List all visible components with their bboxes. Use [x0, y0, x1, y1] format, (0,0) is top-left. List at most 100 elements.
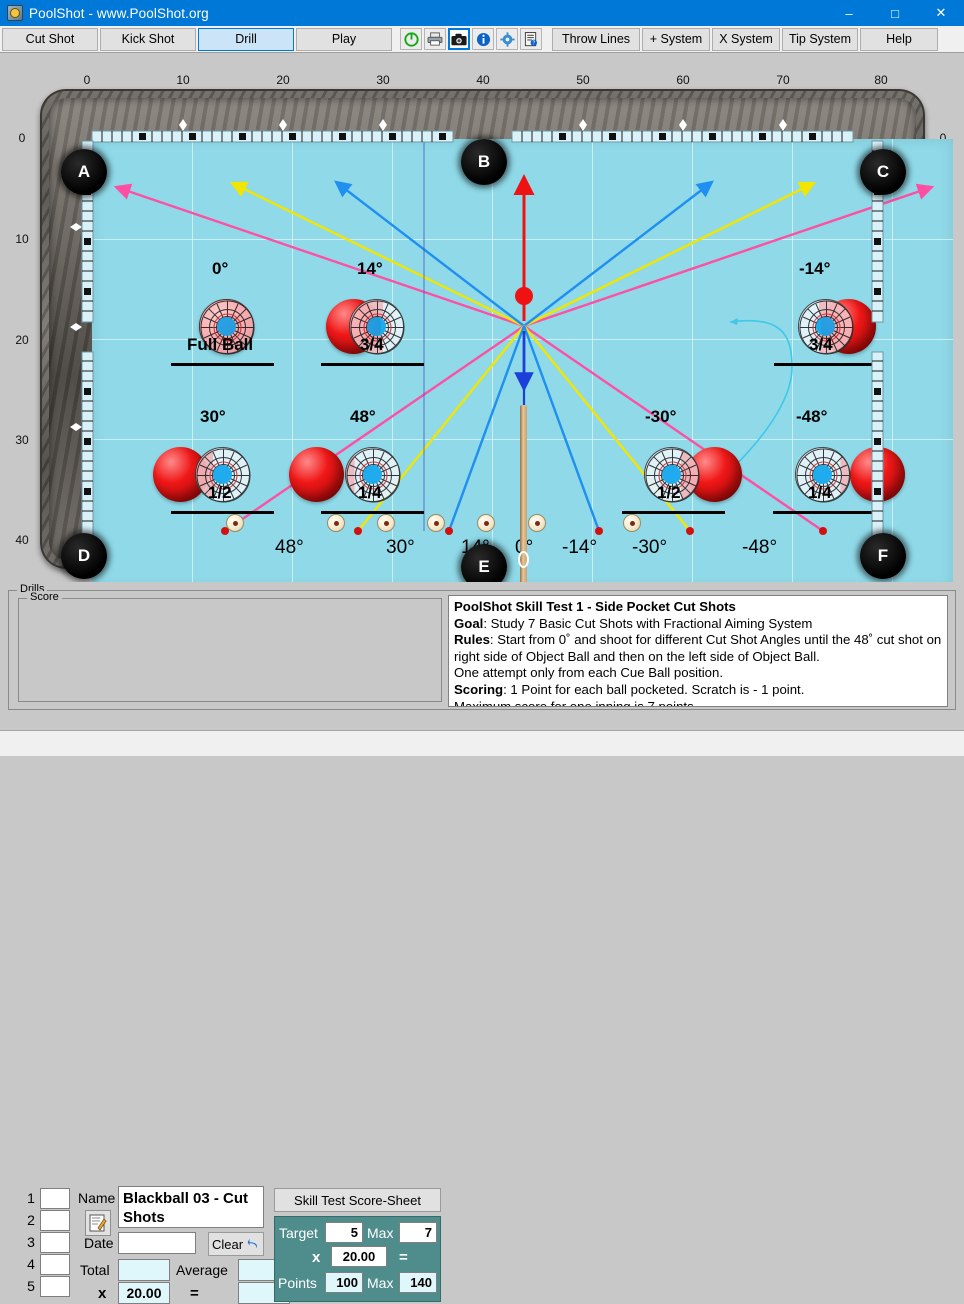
- table-cloth[interactable]: 0° Full Ball 14° 3/4 -14° 3/4 30° 1/2 48…: [92, 139, 953, 589]
- score-input-3[interactable]: [40, 1232, 70, 1253]
- pocket-C[interactable]: C: [860, 149, 906, 195]
- tab-play[interactable]: Play: [296, 27, 392, 51]
- cue-ball-position-7[interactable]: [623, 514, 641, 532]
- score-row-number-1: 1: [27, 1190, 35, 1206]
- window-controls: – □ ✕: [826, 0, 964, 26]
- power-icon[interactable]: [400, 28, 422, 50]
- multiplier-input[interactable]: 20.00: [118, 1282, 170, 1304]
- left-axis-label-30: 30: [15, 433, 29, 447]
- info-icon[interactable]: [472, 28, 494, 50]
- cue-ball-position-6[interactable]: [528, 514, 546, 532]
- fraction-label-neg48: 1/4: [808, 483, 832, 502]
- title-bar: PoolShot - www.PoolShot.org – □ ✕: [0, 0, 964, 26]
- teal-multiplier-value[interactable]: 20.00: [331, 1246, 387, 1267]
- object-ball-neg48deg[interactable]: [850, 447, 905, 502]
- camera-icon[interactable]: [448, 28, 470, 50]
- pocket-A[interactable]: A: [61, 149, 107, 195]
- score-row-number-3: 3: [27, 1234, 35, 1250]
- cue-ball-position-2[interactable]: [327, 514, 345, 532]
- svg-text:?: ?: [532, 40, 535, 46]
- score-input-5[interactable]: [40, 1276, 70, 1297]
- description-line-rules-2: right side of Object Ball and then on th…: [454, 648, 820, 664]
- close-button[interactable]: ✕: [918, 0, 964, 26]
- edit-note-icon[interactable]: [85, 1210, 111, 1236]
- cut-angle-label-neg14: -14°: [799, 259, 831, 278]
- cue-ball-position-4[interactable]: [427, 514, 445, 532]
- angle-annotation-48: 48°: [275, 537, 304, 558]
- pocket-D[interactable]: D: [61, 533, 107, 579]
- score-input-1[interactable]: [40, 1188, 70, 1209]
- pocket-B[interactable]: B: [461, 139, 507, 185]
- left-axis-label-10: 10: [15, 232, 29, 246]
- points-label: Points: [278, 1275, 317, 1291]
- score-row-number-5: 5: [27, 1278, 35, 1294]
- printer-icon[interactable]: [424, 28, 446, 50]
- description-line-scoring: Scoring: 1 Point for each ball pocketed.…: [454, 681, 805, 697]
- description-line-rules: Rules: Start from 0˚ and shoot for diffe…: [454, 632, 942, 648]
- fraction-label-neg14: 3/4: [809, 335, 833, 354]
- fraction-label-0: Full Ball: [187, 335, 254, 354]
- skill-test-result-panel: Target 5 Max 7 x 20.00 = Points 100 Max …: [274, 1216, 441, 1302]
- fraction-underline-30: [171, 511, 274, 514]
- undo-arrow-icon: [247, 1238, 257, 1249]
- teal-equals-symbol: =: [399, 1249, 408, 1266]
- cue-ball-position-3[interactable]: [377, 514, 395, 532]
- top-axis-label-30: 30: [376, 73, 390, 87]
- cut-angle-label-48: 48°: [350, 407, 376, 426]
- target-input[interactable]: 5: [325, 1222, 363, 1243]
- cut-angle-label-30: 30°: [200, 407, 226, 426]
- score-input-2[interactable]: [40, 1210, 70, 1231]
- help-document-icon[interactable]: ?: [520, 28, 542, 50]
- target-label: Target: [279, 1225, 318, 1241]
- fraction-underline-neg48: [773, 511, 876, 514]
- angle-annotation-neg14: -14°: [562, 537, 598, 558]
- clear-button[interactable]: Clear: [208, 1232, 264, 1256]
- target-max-label: Max: [367, 1225, 394, 1241]
- main-toolbar: Cut Shot Kick Shot Drill Play ? Throw Li…: [0, 26, 964, 53]
- scoresheet-button[interactable]: Skill Test Score-Sheet: [274, 1188, 441, 1212]
- tab-cut-shot[interactable]: Cut Shot: [2, 27, 98, 51]
- cue-ball-position-5[interactable]: [477, 514, 495, 532]
- throw-lines-button[interactable]: Throw Lines: [552, 27, 640, 51]
- date-input[interactable]: [118, 1232, 196, 1254]
- pool-table[interactable]: 0° Full Ball 14° 3/4 -14° 3/4 30° 1/2 48…: [40, 89, 953, 613]
- fraction-underline-neg30: [622, 511, 725, 514]
- top-axis-label-0: 0: [83, 73, 91, 87]
- pocket-label-B: B: [477, 152, 491, 171]
- help-button[interactable]: Help: [860, 27, 938, 51]
- total-label: Total: [80, 1262, 110, 1278]
- description-line-goal: Goal: Study 7 Basic Cut Shots with Fract…: [454, 615, 813, 631]
- date-label: Date: [84, 1235, 114, 1251]
- angle-annotation-30: 30°: [386, 537, 415, 558]
- points-max-label: Max: [367, 1275, 394, 1291]
- description-line-scoring-2: Maximum score for one inning is 7 points…: [454, 698, 698, 707]
- target-max-value: 7: [399, 1222, 437, 1243]
- fraction-underline-neg14: [774, 363, 877, 366]
- cue-ball-marker: [518, 551, 529, 568]
- status-bar: [0, 730, 964, 756]
- cue-ball-position-1[interactable]: [226, 514, 244, 532]
- score-group-label: Score: [27, 591, 62, 603]
- minimize-button[interactable]: –: [826, 0, 872, 26]
- cut-angle-label-0: 0°: [212, 259, 229, 278]
- score-row-number-4: 4: [27, 1256, 35, 1272]
- pocket-F[interactable]: F: [860, 533, 906, 579]
- name-input[interactable]: Blackball 03 - Cut Shots: [118, 1186, 264, 1228]
- points-value: 100: [325, 1272, 363, 1293]
- tab-kick-shot[interactable]: Kick Shot: [100, 27, 196, 51]
- score-input-4[interactable]: [40, 1254, 70, 1275]
- score-row-number-2: 2: [27, 1212, 35, 1228]
- gear-icon[interactable]: [496, 28, 518, 50]
- average-label: Average: [176, 1262, 228, 1278]
- object-ball-48deg[interactable]: [289, 447, 344, 502]
- angle-annotation-neg48: -48°: [742, 537, 778, 558]
- tip-system-button[interactable]: Tip System: [782, 27, 858, 51]
- plus-system-button[interactable]: + System: [642, 27, 710, 51]
- left-axis-label-0: 0: [18, 131, 26, 145]
- top-axis-label-70: 70: [776, 73, 790, 87]
- x-system-button[interactable]: X System: [712, 27, 780, 51]
- fraction-label-48: 1/4: [358, 483, 382, 502]
- maximize-button[interactable]: □: [872, 0, 918, 26]
- pocket-label-D: D: [77, 546, 91, 565]
- tab-drill[interactable]: Drill: [198, 27, 294, 51]
